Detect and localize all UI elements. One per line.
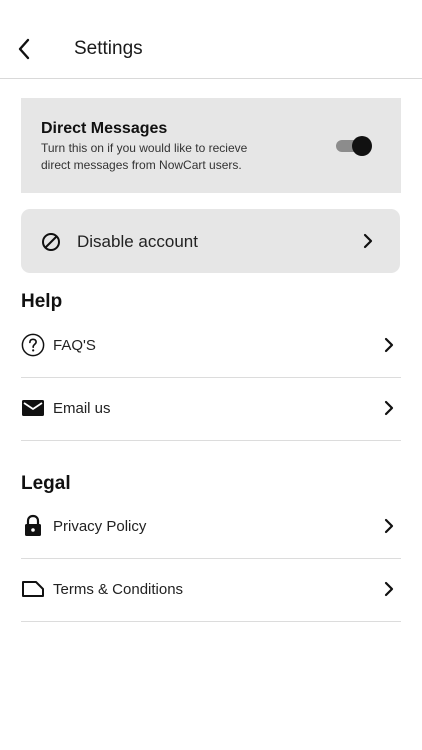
disable-account-button[interactable]: Disable account (21, 209, 400, 273)
privacy-policy-label: Privacy Policy (53, 518, 147, 535)
app-header: Settings (0, 0, 422, 79)
email-us-label: Email us (53, 400, 111, 417)
faq-label: FAQ'S (53, 337, 96, 354)
legal-section-title: Legal (21, 473, 71, 494)
disable-account-label: Disable account (77, 232, 198, 251)
toggle-knob (352, 136, 372, 156)
privacy-policy-row[interactable]: Privacy Policy (21, 495, 401, 559)
chevron-left-icon (18, 38, 30, 60)
block-icon (42, 233, 60, 251)
label-tag-icon (21, 577, 45, 601)
chevron-right-icon (384, 581, 394, 597)
back-button[interactable] (10, 34, 38, 64)
direct-messages-card: Direct Messages Turn this on if you woul… (21, 98, 401, 193)
page-title: Settings (74, 38, 143, 59)
faq-row[interactable]: FAQ'S (21, 314, 401, 378)
chevron-right-icon (384, 337, 394, 353)
terms-conditions-label: Terms & Conditions (53, 581, 184, 598)
help-circle-icon (21, 333, 45, 357)
help-section-title: Help (21, 291, 63, 312)
chevron-right-icon (384, 518, 394, 534)
terms-conditions-row[interactable]: Terms & Conditions (21, 558, 401, 622)
chevron-right-icon (363, 233, 373, 249)
direct-messages-toggle[interactable] (334, 135, 374, 157)
email-us-row[interactable]: Email us (21, 377, 401, 441)
lock-icon (21, 514, 45, 538)
direct-messages-description: Turn this on if you would like to reciev… (41, 141, 248, 172)
mail-icon (21, 396, 45, 420)
direct-messages-title: Direct Messages (41, 120, 168, 137)
chevron-right-icon (384, 400, 394, 416)
